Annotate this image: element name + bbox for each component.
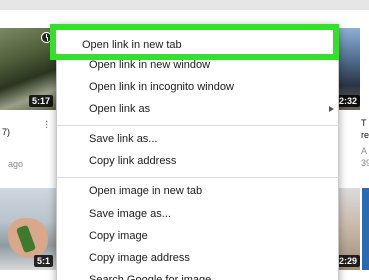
- kebab-menu-icon[interactable]: · · ·: [45, 117, 49, 133]
- video-thumbnail-left-2[interactable]: 5:1: [0, 188, 56, 270]
- video-meta-fragment: 39: [361, 158, 369, 168]
- menu-item-save-link-as[interactable]: Save link as...: [57, 127, 340, 151]
- menu-item-open-in-new-tab[interactable]: Open link in new tab: [50, 33, 333, 57]
- menu-item-copy-image[interactable]: Copy image: [57, 224, 340, 248]
- video-thumbnail-far-right[interactable]: [362, 188, 369, 270]
- page-top-bar: [0, 0, 369, 10]
- menu-item-open-image-new-tab[interactable]: Open image in new tab: [57, 179, 340, 203]
- duration-badge: 2:29: [338, 255, 360, 267]
- video-thumbnail-right-1[interactable]: 2:32: [338, 28, 360, 110]
- menu-item-label: Open link as: [89, 103, 151, 115]
- menu-item-open-link-as[interactable]: Open link as: [57, 97, 340, 121]
- menu-separator: [57, 177, 340, 178]
- context-menu: Open link in new window Open link in inc…: [56, 24, 340, 280]
- video-thumbnail-right-2[interactable]: 2:29: [338, 188, 360, 270]
- duration-badge: 5:1: [33, 255, 53, 267]
- video-meta-fragment: ago: [8, 159, 24, 169]
- submenu-arrow-icon: [329, 106, 334, 112]
- menu-item-copy-link-address[interactable]: Copy link address: [57, 149, 340, 173]
- menu-item-search-google-for-image[interactable]: Search Google for image: [57, 268, 340, 280]
- duration-badge: 2:32: [338, 95, 360, 107]
- menu-item-save-image-as[interactable]: Save image as...: [57, 202, 340, 226]
- video-title-fragment[interactable]: T: [361, 118, 367, 128]
- video-title-fragment[interactable]: re: [361, 130, 369, 140]
- menu-item-copy-image-address[interactable]: Copy image address: [57, 246, 340, 270]
- menu-item-open-in-incognito[interactable]: Open link in incognito window: [57, 75, 340, 99]
- video-meta-fragment: A: [361, 146, 368, 156]
- duration-badge: 5:17: [28, 95, 53, 107]
- video-title-fragment[interactable]: 7): [2, 127, 10, 137]
- menu-separator: [57, 125, 340, 126]
- highlight-box: Open link in new tab: [50, 24, 339, 60]
